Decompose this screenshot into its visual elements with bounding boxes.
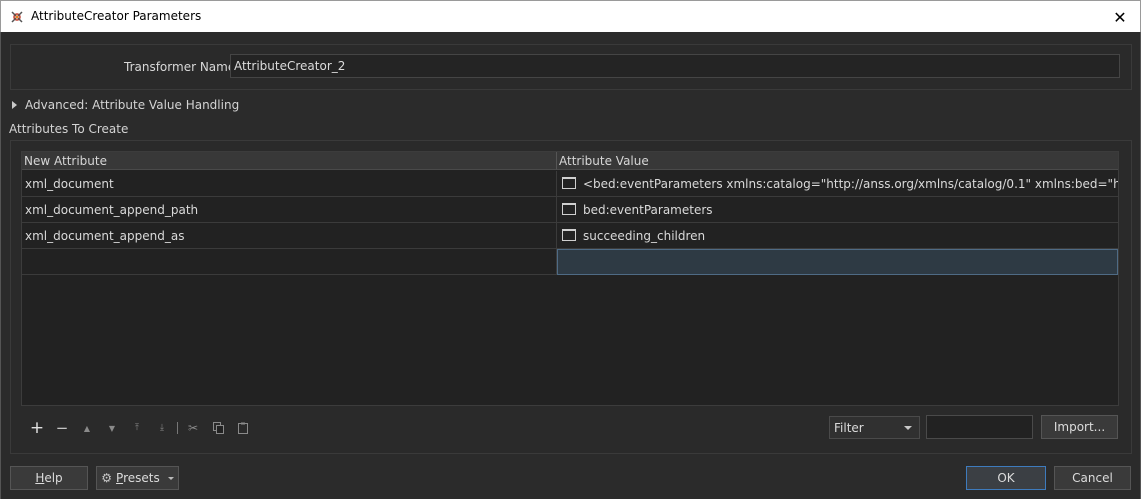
chevron-down-icon — [904, 426, 912, 430]
move-up-icon[interactable]: ▲ — [80, 421, 94, 435]
help-button[interactable]: Help — [10, 466, 88, 490]
presets-label-rest: resets — [123, 471, 160, 485]
ok-button[interactable]: OK — [966, 466, 1046, 490]
attribute-value-cell[interactable]: <bed:eventParameters xmlns:catalog="http… — [557, 171, 1118, 197]
fme-app-icon — [11, 11, 23, 23]
table-row: xml_document_append_path bed:eventParame… — [22, 197, 1118, 223]
new-attribute-cell[interactable]: xml_document — [22, 171, 557, 197]
move-bottom-icon[interactable]: ⤓ — [155, 421, 169, 435]
text-editor-icon[interactable] — [562, 229, 576, 241]
toolbar-separator — [177, 422, 178, 434]
attribute-value-cell-selected[interactable] — [557, 249, 1118, 275]
close-icon[interactable]: ✕ — [1106, 4, 1134, 30]
attribute-value-cell[interactable]: succeeding_children — [557, 223, 1118, 249]
text-editor-icon[interactable] — [562, 177, 576, 189]
attribute-value-text: bed:eventParameters — [583, 203, 713, 217]
help-label-rest: elp — [44, 471, 63, 485]
presets-mnemonic: P — [116, 471, 124, 485]
transformer-name-input[interactable] — [230, 54, 1120, 78]
new-attribute-cell[interactable]: xml_document_append_path — [22, 197, 557, 223]
filter-input[interactable] — [926, 415, 1033, 439]
presets-button[interactable]: ⚙ Presets — [96, 466, 179, 490]
gear-icon: ⚙ — [101, 471, 113, 485]
add-icon[interactable]: + — [30, 418, 44, 438]
advanced-attribute-value-handling[interactable]: Advanced: Attribute Value Handling — [12, 98, 239, 112]
paste-icon[interactable] — [236, 421, 250, 435]
attributes-table: New Attribute Attribute Value xml_docume… — [21, 151, 1119, 406]
cancel-button[interactable]: Cancel — [1054, 466, 1131, 490]
transformer-name-label: Transformer Name: — [124, 60, 240, 74]
window-title: AttributeCreator Parameters — [31, 9, 202, 23]
attribute-value-text: <bed:eventParameters xmlns:catalog="http… — [583, 177, 1118, 191]
table-toolbar: + − ▲ ▼ ⤒ ⤓ ✂ — [30, 418, 250, 438]
attribute-value-cell[interactable]: bed:eventParameters — [557, 197, 1118, 223]
filter-dropdown[interactable]: Filter — [829, 416, 920, 439]
expand-triangle-icon — [12, 101, 17, 109]
new-attribute-cell[interactable] — [22, 249, 557, 275]
chevron-down-icon — [167, 476, 174, 480]
cut-icon[interactable]: ✂ — [186, 421, 200, 435]
move-down-icon[interactable]: ▼ — [105, 421, 119, 435]
filter-selected-value: Filter — [834, 421, 864, 435]
text-editor-icon[interactable] — [562, 203, 576, 215]
help-mnemonic: H — [35, 471, 45, 485]
copy-icon[interactable] — [211, 421, 225, 435]
import-button[interactable]: Import... — [1041, 415, 1118, 439]
column-header-new-attribute[interactable]: New Attribute — [22, 152, 557, 170]
attribute-value-text: succeeding_children — [583, 229, 706, 243]
remove-icon[interactable]: − — [55, 419, 69, 437]
table-row-empty — [22, 249, 1118, 275]
new-attribute-cell[interactable]: xml_document_append_as — [22, 223, 557, 249]
table-row: xml_document_append_as succeeding_childr… — [22, 223, 1118, 249]
column-header-attribute-value[interactable]: Attribute Value — [557, 152, 1118, 170]
title-bar: AttributeCreator Parameters ✕ — [0, 0, 1141, 32]
advanced-label: Advanced: Attribute Value Handling — [25, 98, 240, 112]
move-top-icon[interactable]: ⤒ — [130, 421, 144, 435]
table-row: xml_document <bed:eventParameters xmlns:… — [22, 171, 1118, 197]
attributes-to-create-label: Attributes To Create — [9, 122, 129, 136]
